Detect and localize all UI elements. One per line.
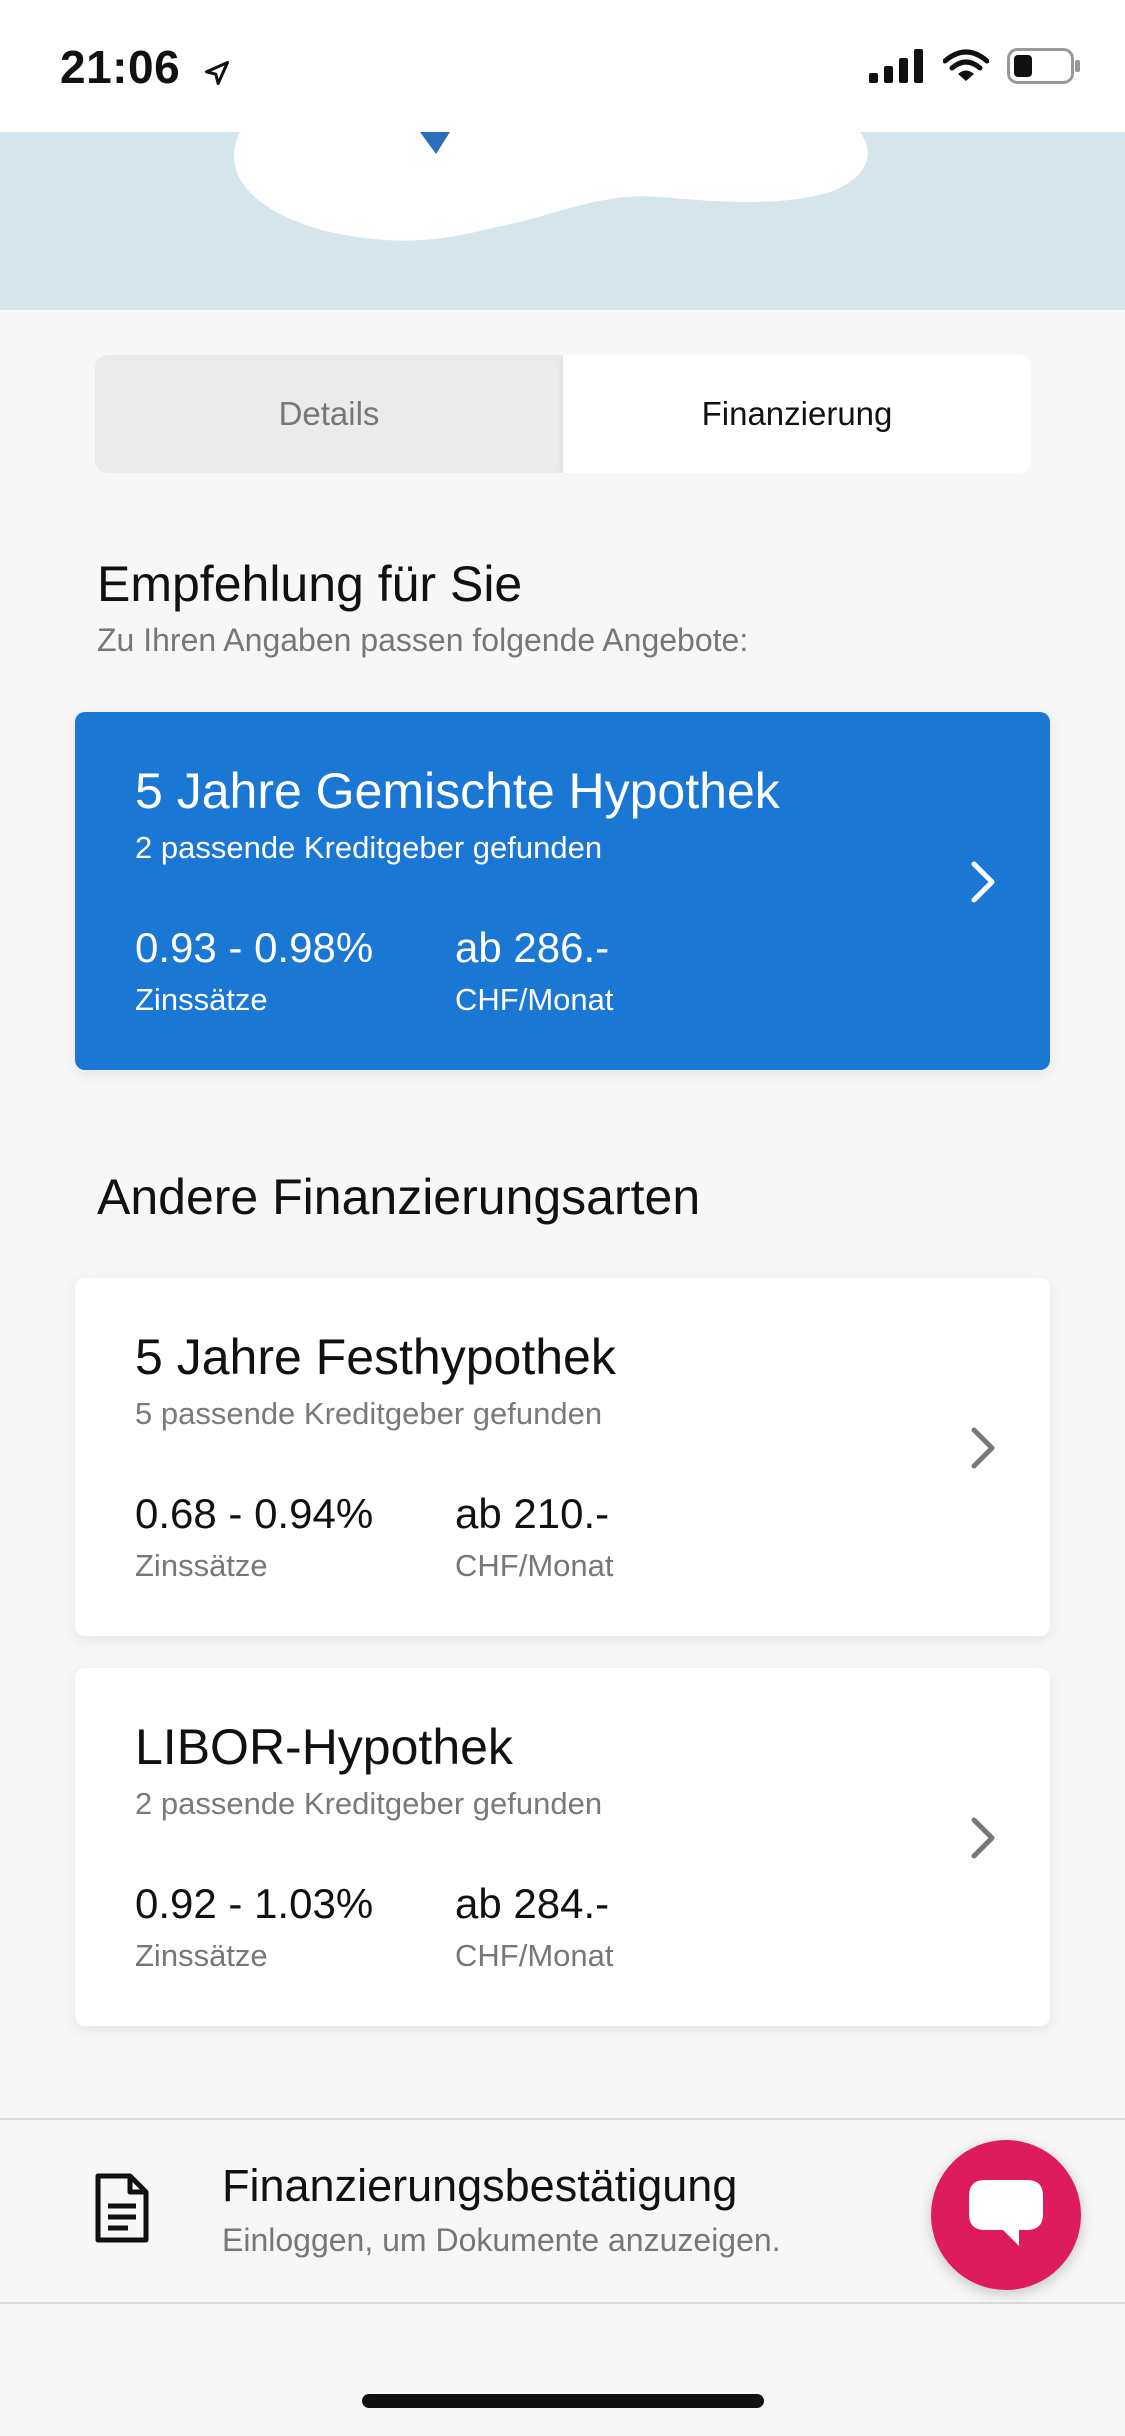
document-subtitle: Einloggen, um Dokumente anzuzeigen. (222, 2222, 781, 2258)
status-bar: 21:06 (0, 0, 1125, 132)
recommended-offer-card[interactable]: 5 Jahre Gemischte Hypothek 2 passende Kr… (75, 712, 1050, 1070)
chevron-right-icon (968, 860, 998, 909)
tab-financing[interactable]: Finanzierung (563, 355, 1031, 473)
offer-price: ab 284.- (455, 1880, 610, 1927)
chevron-right-icon (968, 1816, 998, 1865)
offer-rate: 0.68 - 0.94% (135, 1490, 374, 1537)
divider (0, 2302, 1125, 2304)
offer-rate-label: Zinssätze (135, 1938, 268, 1973)
offer-card[interactable]: LIBOR-Hypothek 2 passende Kreditgeber ge… (75, 1668, 1050, 2026)
offer-subtitle: 5 passende Kreditgeber gefunden (135, 1396, 603, 1431)
chevron-right-icon (968, 1426, 998, 1475)
clock: 21:06 (60, 41, 181, 93)
document-title: Finanzierungsbestätigung (222, 2160, 738, 2211)
offer-price-label: CHF/Monat (455, 1938, 614, 1973)
offer-subtitle: 2 passende Kreditgeber gefunden (135, 1786, 603, 1821)
offer-price: ab 210.- (455, 1490, 610, 1537)
segmented-control: Details Finanzierung (95, 355, 1031, 473)
offer-rate: 0.93 - 0.98% (135, 924, 374, 971)
offer-title: 5 Jahre Gemischte Hypothek (135, 763, 780, 819)
status-icons (869, 48, 1081, 89)
recommendation-heading: Empfehlung für Sie (97, 556, 523, 612)
offer-rate: 0.92 - 1.03% (135, 1880, 374, 1927)
chat-icon (965, 2176, 1047, 2255)
chat-button[interactable] (931, 2140, 1081, 2290)
signal-icon (869, 49, 925, 88)
tab-details[interactable]: Details (95, 355, 563, 473)
offer-rate-label: Zinssätze (135, 982, 268, 1017)
offer-subtitle: 2 passende Kreditgeber gefunden (135, 830, 603, 865)
home-indicator (362, 2394, 764, 2408)
battery-icon (1007, 48, 1081, 89)
status-time: 21:06 (60, 40, 231, 98)
document-icon (92, 2172, 152, 2249)
map-blob (234, 132, 868, 241)
offer-price-label: CHF/Monat (455, 982, 614, 1017)
wifi-icon (942, 49, 990, 88)
offer-rate-label: Zinssätze (135, 1548, 268, 1583)
other-financing-heading: Andere Finanzierungsarten (97, 1169, 701, 1225)
offer-price: ab 286.- (455, 924, 610, 971)
offer-title: 5 Jahre Festhypothek (135, 1329, 616, 1385)
recommendation-subheading: Zu Ihren Angaben passen folgende Angebot… (97, 622, 749, 658)
offer-title: LIBOR-Hypothek (135, 1719, 513, 1775)
location-arrow-icon (203, 44, 231, 98)
offer-card[interactable]: 5 Jahre Festhypothek 5 passende Kreditge… (75, 1278, 1050, 1636)
hero-map (0, 132, 1125, 310)
offer-price-label: CHF/Monat (455, 1548, 614, 1583)
